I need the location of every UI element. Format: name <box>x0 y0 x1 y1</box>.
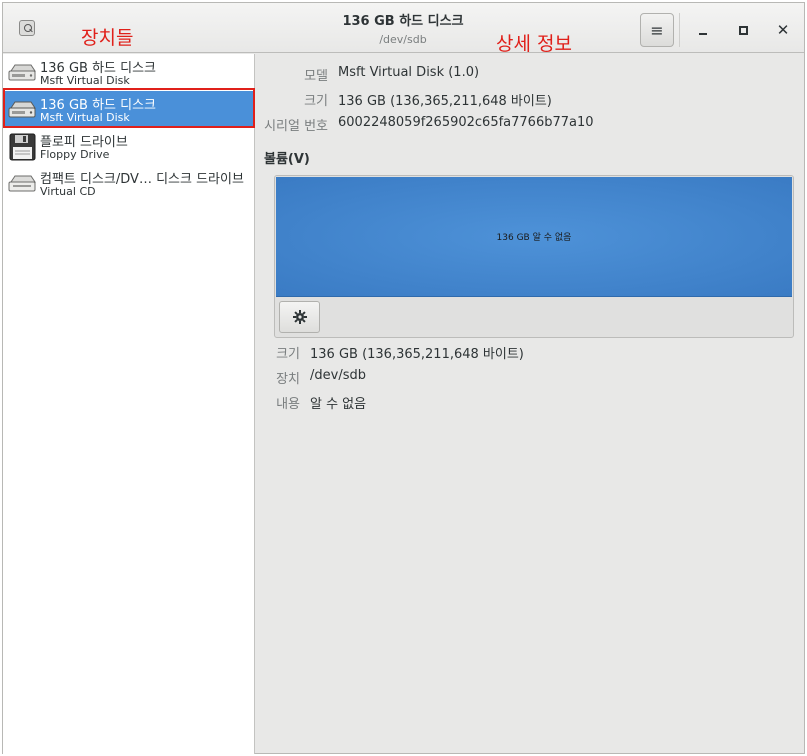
close-icon: ✕ <box>776 21 790 39</box>
model-label: 모델 <box>304 69 328 84</box>
device-model: Msft Virtual Disk <box>40 111 130 124</box>
hard-disk-icon <box>8 64 36 81</box>
volume-partition-label: 136 GB 알 수 없음 <box>496 233 572 243</box>
serial-label: 시리얼 번호 <box>264 119 328 134</box>
annotation-details: 상세 정보 <box>496 33 572 55</box>
disks-app-icon <box>19 20 35 36</box>
drive-details-panel: 모델 Msft Virtual Disk (1.0) 크기 136 GB (13… <box>256 54 804 754</box>
device-item-disk-2[interactable]: 136 GB 하드 디스크 Msft Virtual Disk <box>3 91 255 128</box>
volumes-heading: 볼륨(V) <box>264 152 310 167</box>
device-item-floppy[interactable]: 플로피 드라이브 Floppy Drive <box>3 128 255 165</box>
device-model: Floppy Drive <box>40 148 110 161</box>
header-separator <box>679 13 680 47</box>
volume-device-value: /dev/sdb <box>310 368 366 383</box>
volume-contents-value: 알 수 없음 <box>310 397 367 412</box>
gear-icon <box>292 310 307 324</box>
device-model: Msft Virtual Disk <box>40 74 130 87</box>
maximize-icon <box>738 25 748 35</box>
device-item-disk-1[interactable]: 136 GB 하드 디스크 Msft Virtual Disk <box>3 54 255 91</box>
volume-size-label: 크기 <box>276 347 300 362</box>
hamburger-menu-icon: ≡ <box>650 20 664 40</box>
size-value: 136 GB (136,365,211,648 바이트) <box>338 94 552 109</box>
size-label: 크기 <box>304 94 328 109</box>
volume-contents-label: 내용 <box>276 397 300 412</box>
device-item-optical[interactable]: 컴팩트 디스크/DV… 디스크 드라이브 Virtual CD <box>3 165 255 202</box>
device-model: Virtual CD <box>40 185 96 198</box>
model-value: Msft Virtual Disk (1.0) <box>338 65 480 80</box>
maximize-button[interactable] <box>730 17 756 43</box>
disks-window: 장치들 136 GB 하드 디스크 /dev/sdb 상세 정보 ≡ ✕ 136… <box>2 2 805 754</box>
header-bar: 장치들 136 GB 하드 디스크 /dev/sdb 상세 정보 ≡ ✕ <box>3 3 804 55</box>
app-menu-button[interactable]: ≡ <box>640 13 674 47</box>
floppy-icon <box>9 133 36 161</box>
partition-settings-button[interactable] <box>279 301 320 333</box>
volume-toolbar <box>276 298 792 336</box>
volume-size-value: 136 GB (136,365,211,648 바이트) <box>310 347 524 362</box>
hard-disk-icon <box>8 101 36 118</box>
minimize-button[interactable] <box>690 17 716 43</box>
optical-drive-icon <box>8 175 36 192</box>
serial-value: 6002248059f265902c65fa7766b77a10 <box>338 115 594 130</box>
device-list: 136 GB 하드 디스크 Msft Virtual Disk 136 GB 하… <box>3 54 255 754</box>
volume-device-label: 장치 <box>276 372 300 387</box>
volume-partition-bar[interactable]: 136 GB 알 수 없음 <box>276 177 792 297</box>
annotation-devices: 장치들 <box>81 27 134 49</box>
close-button[interactable]: ✕ <box>770 17 796 43</box>
minimize-icon <box>699 33 707 35</box>
volume-map: 136 GB 알 수 없음 <box>274 175 794 338</box>
